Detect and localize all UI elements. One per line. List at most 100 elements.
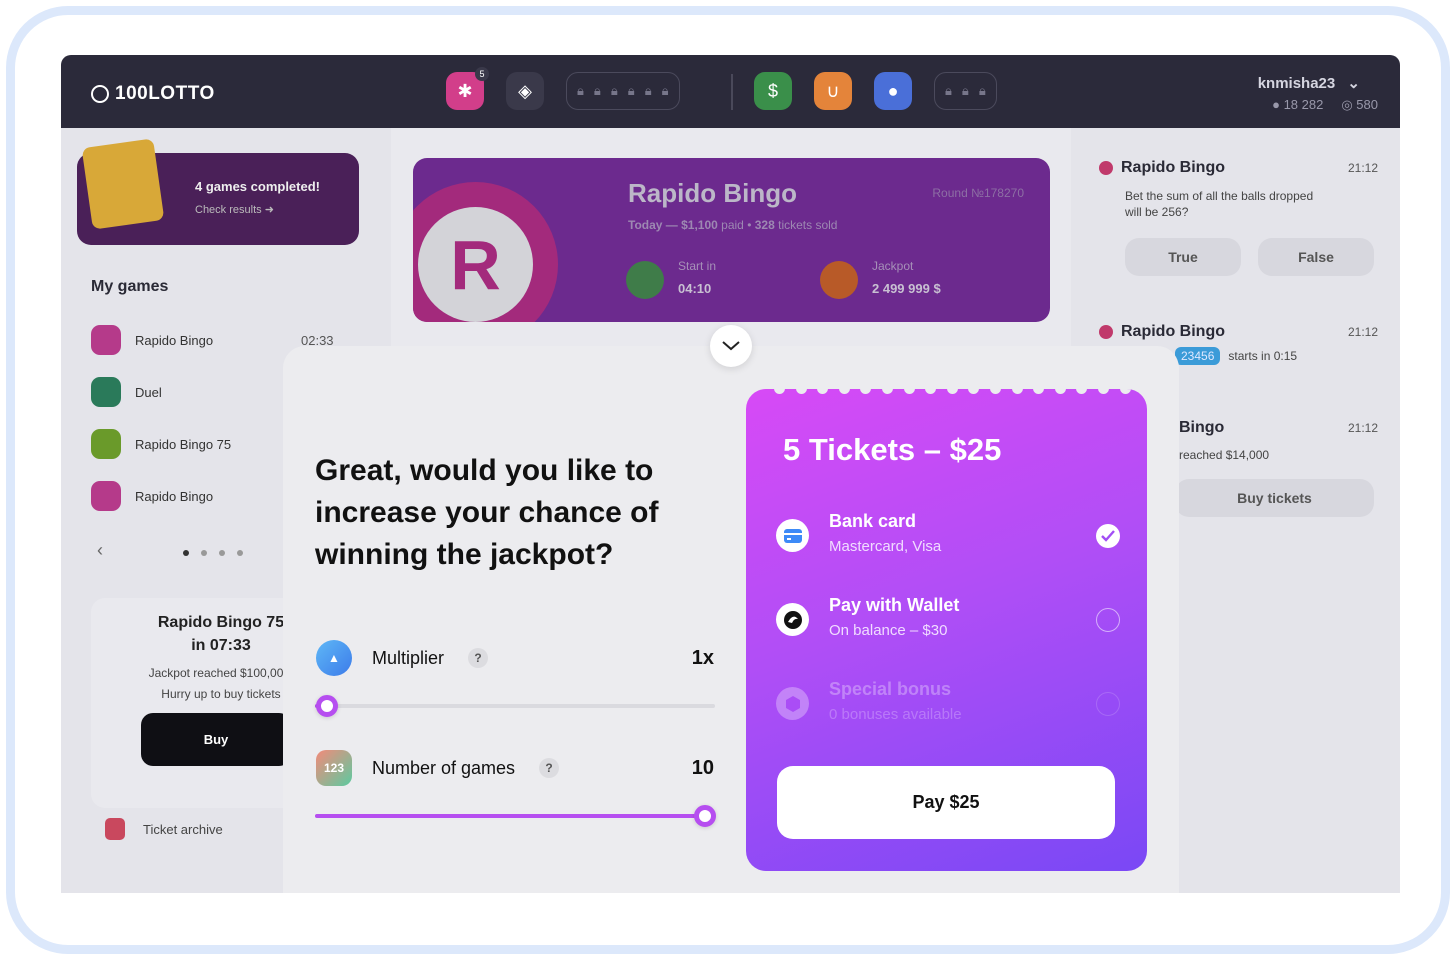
locked-games-group-2: 🔒︎ 🔒︎ 🔒︎ [934,72,997,110]
ticket-title: 5 Tickets – $25 [783,432,1002,467]
my-game-item[interactable]: Rapido Bingo [91,481,213,511]
perforation-dot [968,389,980,394]
game-tab-cherry[interactable]: ● [874,72,912,110]
game-badge: 5 [475,67,489,81]
perforation-dot [881,389,893,394]
games-slider[interactable] [315,805,716,827]
my-game-item[interactable]: Rapido Bingo 02:33 [91,325,334,355]
number-123-icon: 123 [316,750,352,786]
check-results-link[interactable]: Check results ➜ [195,203,274,216]
ticket-number-chip: 23456 [1175,347,1221,365]
slider-knob[interactable] [316,695,338,717]
bonus-icon [776,687,809,720]
multiplier-label: Multiplier [372,647,445,668]
multiplier-slider[interactable] [315,695,715,717]
rapido-bingo-icon [1099,161,1113,175]
hero-stats: Today — $1,100 paid • 328 tickets sold [628,218,838,232]
perforation-dot [903,389,915,394]
game-tab-rapido-bingo[interactable]: ✱ 5 [446,67,489,110]
app-logo[interactable]: 100LOTTO [91,83,215,105]
chevron-left-icon[interactable]: ‹ [97,540,103,561]
perforation-dot [838,389,850,394]
start-label: Start in [678,259,717,273]
locked-games-group: 🔒︎ 🔒︎ 🔒︎ 🔒︎ 🔒︎ 🔒︎ [566,72,680,110]
payment-option-special-bonus: Special bonus 0 bonuses available [776,679,1126,731]
help-icon[interactable]: ? [468,648,489,668]
hero-title: Rapido Bingo [628,178,797,208]
pay-button[interactable]: Pay $25 [777,766,1115,839]
payment-desc: Mastercard, Visa [829,538,942,555]
game-tab-cube[interactable]: ◈ [506,72,544,110]
jackpot-label: Jackpot [872,259,914,273]
jackpot-value: 2 499 999 $ [872,281,941,296]
game-tab-money-bag[interactable]: $ [754,72,792,110]
upsell-modal: Great, would you like to increase your c… [283,346,1179,893]
multiplier-row: ▲ Multiplier ? 1x [316,638,714,678]
lock-icon: 🔒︎ [593,83,601,98]
duel-icon [91,377,121,407]
payment-name: Pay with Wallet [829,595,960,615]
game-tab-horseshoe[interactable]: ∪ [814,72,852,110]
lock-icon: 🔒︎ [577,83,584,98]
collapse-button[interactable] [710,325,752,367]
feed-item-title: Rapido Bingo [1099,323,1225,341]
username: knmisha23 [1257,75,1336,92]
radio-unchecked[interactable] [1096,608,1120,632]
payment-option-wallet[interactable]: Pay with Wallet On balance – $30 [776,595,1126,647]
rapido-bingo-icon [91,481,121,511]
top-bar: 100LOTTO ✱ 5 ◈ 🔒︎ 🔒︎ 🔒︎ 🔒︎ 🔒︎ 🔒︎ $ ∪ ● � [61,55,1400,128]
crown-icon [820,261,858,299]
feed-item-time: 21:12 [1347,325,1378,339]
help-icon[interactable]: ? [539,758,560,778]
carousel-dot [219,550,225,556]
carousel-dot [201,550,207,556]
multiplier-icon: ▲ [316,640,352,676]
radio-checked[interactable] [1096,524,1120,548]
perforation-dot [1011,389,1023,394]
games-row: 123 Number of games ? 10 [316,748,714,788]
lock-icon: 🔒︎ [661,83,669,98]
completed-notification[interactable]: 4 games completed! Check results ➜ [77,138,359,245]
points-balance: ● 18 282 [1272,97,1324,112]
feed-item-text: reached $14,000 [1179,448,1270,462]
archive-icon [105,818,125,840]
carousel-dots [183,550,243,556]
modal-question: Great, would you like to increase your c… [315,454,659,571]
perforation-dot [1054,389,1066,394]
logo-text: 100LOTTO [115,83,215,104]
true-button[interactable]: True [1125,238,1241,276]
ticket-archive-link[interactable]: Ticket archive [105,818,223,840]
user-balances: ● 18 282 ◎ 580 [1272,97,1378,113]
buy-tickets-button[interactable]: Buy tickets [1175,479,1374,517]
lock-icon: 🔒︎ [961,83,969,98]
false-button[interactable]: False [1258,238,1374,276]
feed-item-time: 21:12 [1347,161,1378,175]
perforation-dot [1076,389,1088,394]
roulette-chip-image: R [413,182,558,322]
chevron-down-icon: ⌄ [1347,75,1360,92]
horseshoe-icon: ∪ [826,80,840,101]
completed-title: 4 games completed! [195,179,320,194]
rapido-bingo-icon [91,325,121,355]
carousel-dot [183,550,189,556]
rapido-bingo-75-icon [91,429,121,459]
multiplier-value: 1x [691,646,714,669]
perforation-dot [1119,389,1131,394]
lock-icon: 🔒︎ [644,83,652,98]
gift-box-icon [81,138,165,230]
perforation-dot [817,389,829,394]
perforation-dot [795,389,807,394]
radio-unchecked [1096,692,1120,716]
user-menu[interactable]: knmisha23 ⌄ [1258,74,1360,92]
my-game-item[interactable]: Duel [91,377,162,407]
payment-option-bank-card[interactable]: Bank card Mastercard, Visa [776,511,1126,563]
start-value: 04:10 [678,281,712,296]
my-game-item[interactable]: Rapido Bingo 75 [91,429,231,459]
wallet-icon [776,603,809,636]
arrow-right-icon: ➜ [264,204,274,216]
slider-knob[interactable] [694,805,716,827]
app-screen: 100LOTTO ✱ 5 ◈ 🔒︎ 🔒︎ 🔒︎ 🔒︎ 🔒︎ 🔒︎ $ ∪ ● � [61,55,1400,893]
perforation-dot [1033,389,1045,394]
promo-buy-button[interactable]: Buy [141,713,291,766]
perforation-dot [1097,389,1109,394]
